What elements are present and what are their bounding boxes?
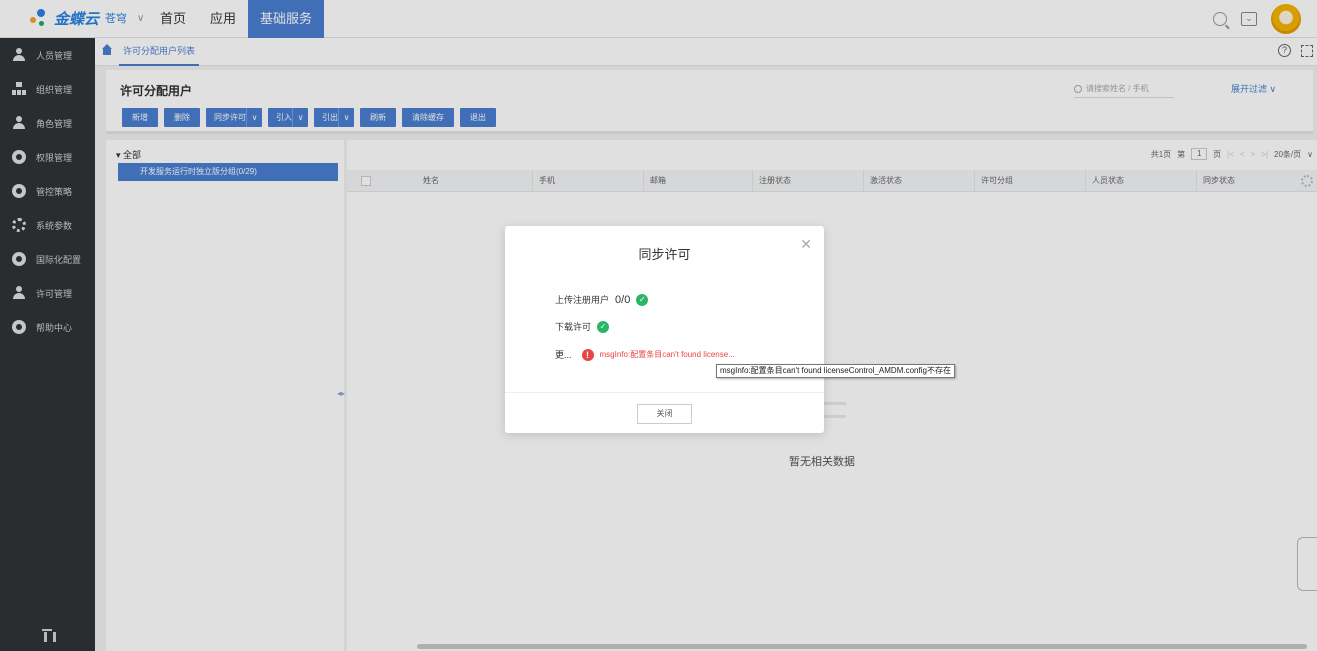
upload-label: 上传注册用户 [555,295,610,305]
close-icon[interactable]: ✕ [800,236,812,253]
error-message[interactable]: msgInfo:配置条目can't found license... [600,349,735,360]
check-circle-icon: ✓ [597,320,610,333]
more-label[interactable]: 更... [555,348,572,361]
error-tooltip: msgInfo:配置条目can't found licenseControl_A… [716,364,955,378]
download-row: 下载许可 ✓ [555,320,610,333]
upload-value: 0/0 [615,293,631,306]
upload-row: 上传注册用户 0/0 ✓ [555,293,649,306]
error-row: 更... ! msgInfo:配置条目can't found license..… [555,348,735,361]
dialog-footer: 关闭 [505,392,824,433]
close-button[interactable]: 关闭 [637,404,692,424]
dialog-title: 同步许可 [638,247,691,262]
download-label: 下载许可 [555,322,592,332]
sync-license-dialog: 同步许可 ✕ 上传注册用户 0/0 ✓ 下载许可 ✓ 更... ! msgInf… [505,226,824,433]
error-circle-icon: ! [581,348,594,361]
check-circle-icon: ✓ [636,293,649,306]
